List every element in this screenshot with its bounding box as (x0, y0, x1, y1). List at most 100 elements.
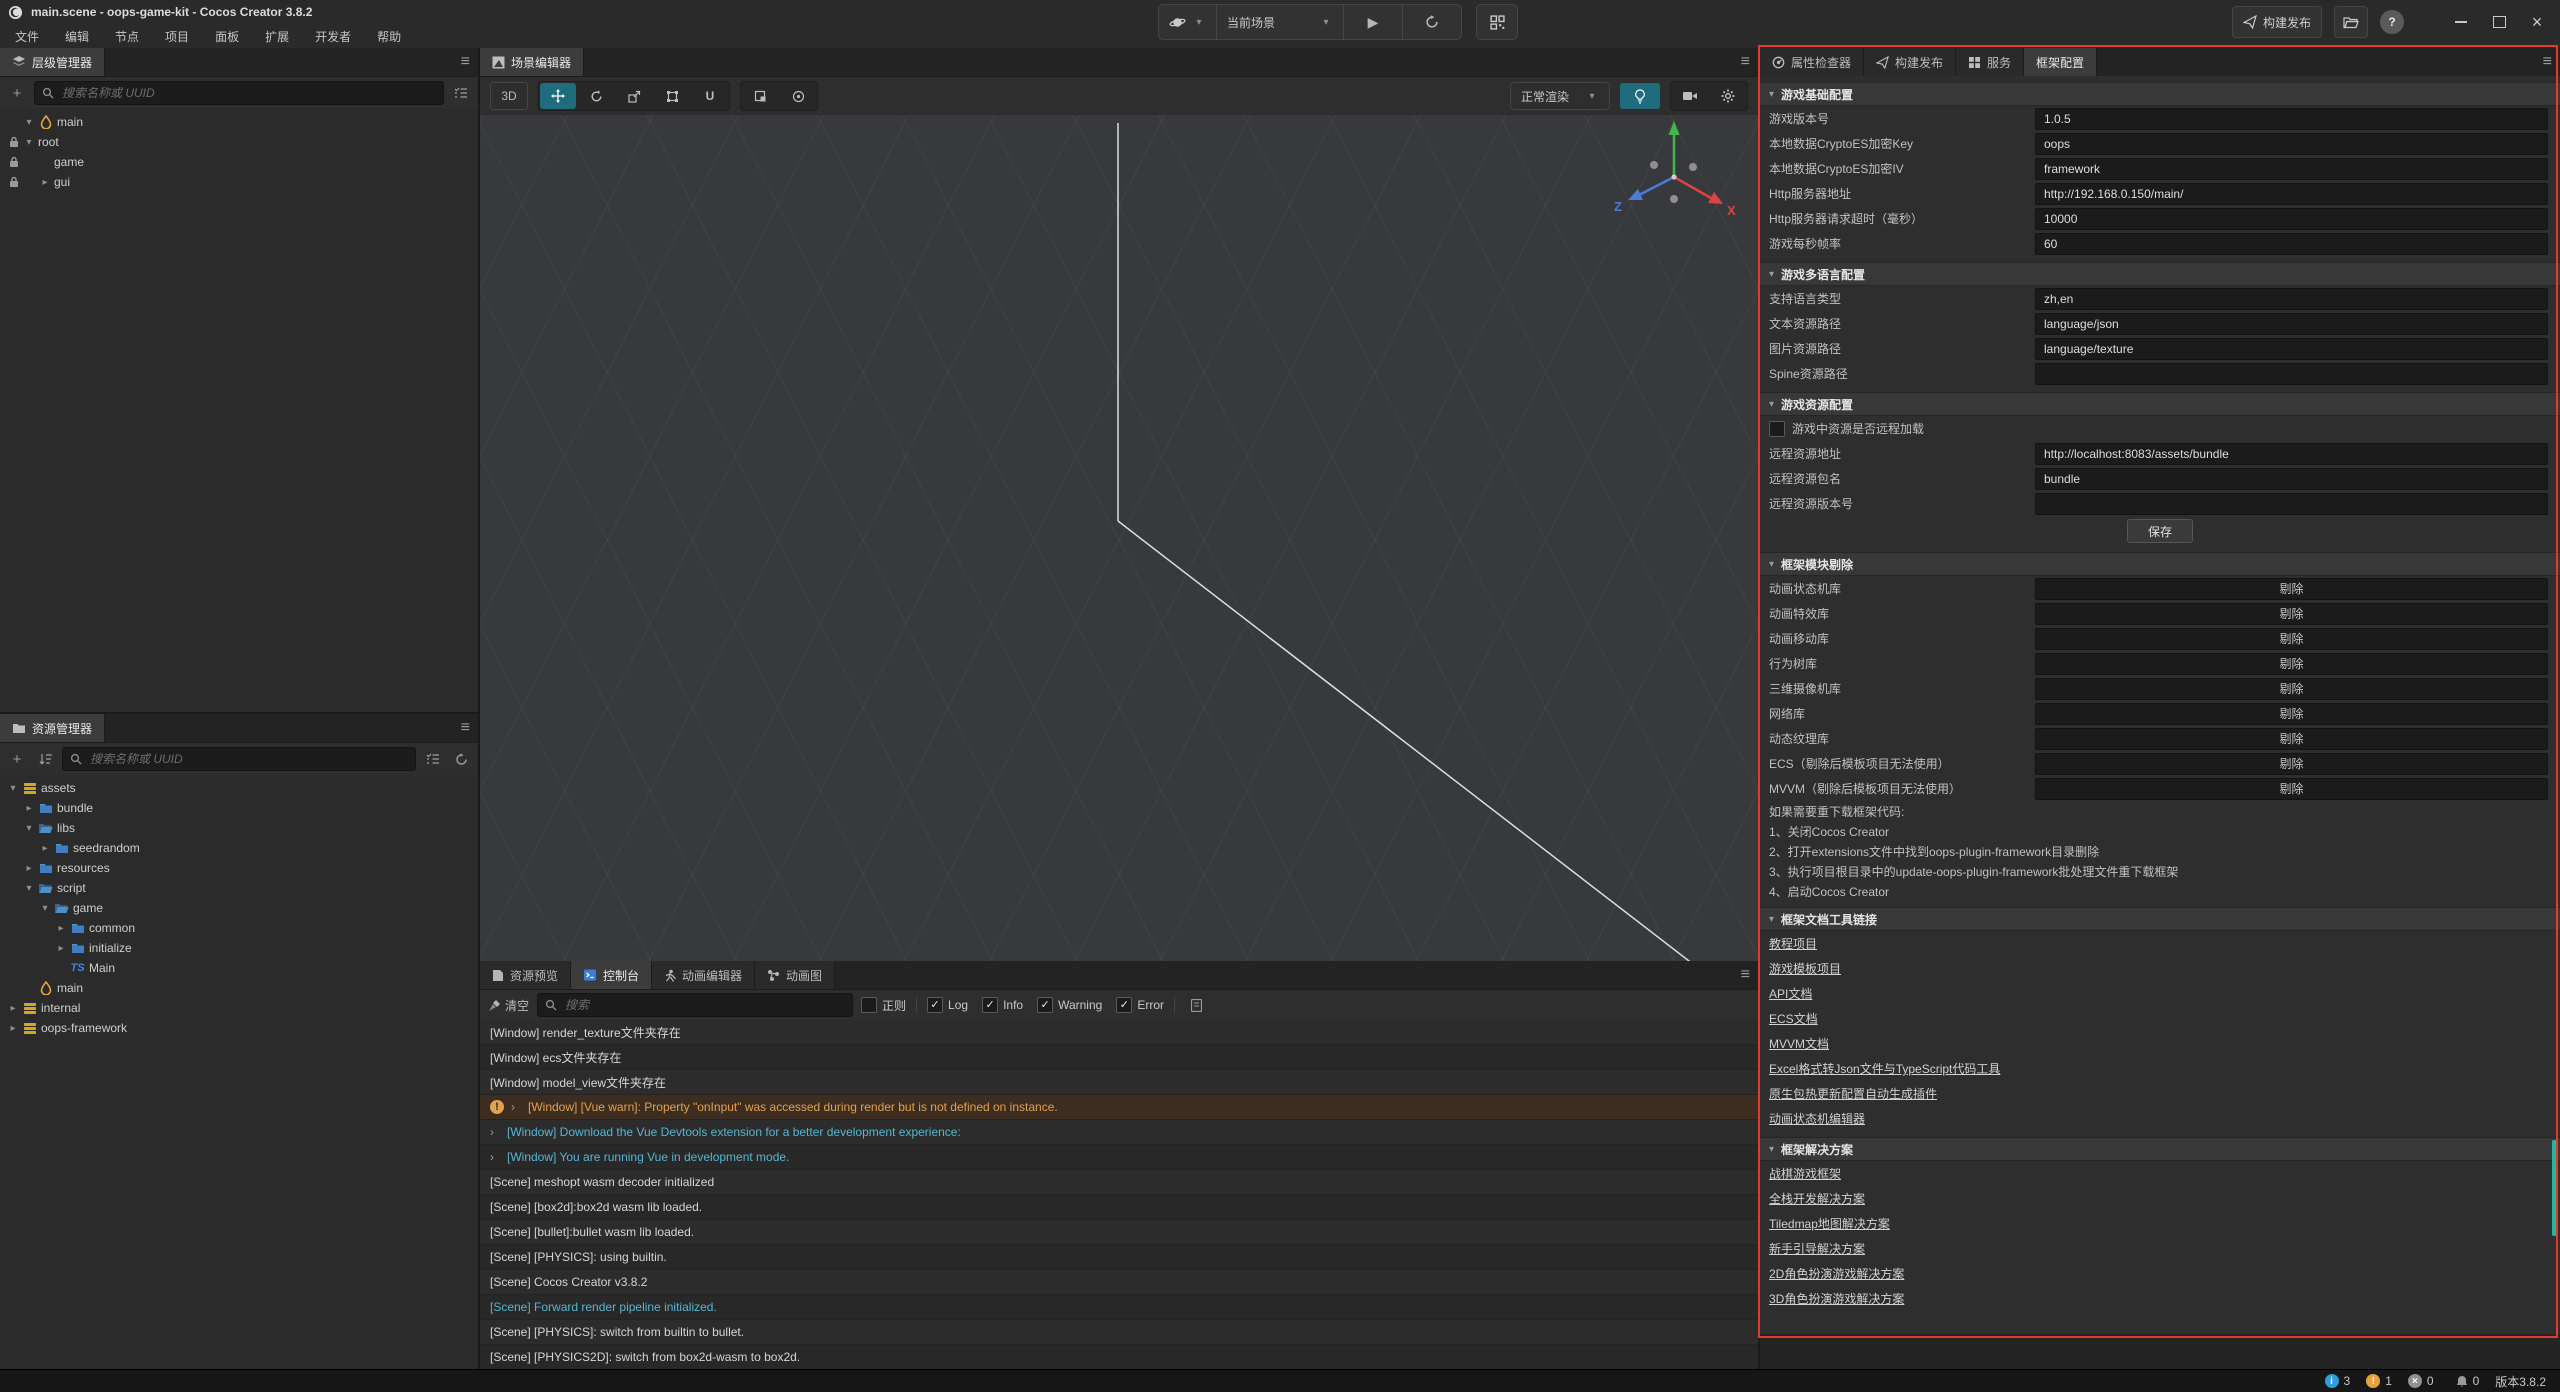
chevron-down-icon[interactable]: ▾ (38, 903, 52, 914)
log-row[interactable]: [Scene] Cocos Creator v3.8.2 (480, 1270, 1758, 1295)
move-tool-button[interactable] (540, 83, 576, 109)
scene-editor-tab[interactable]: 场景编辑器 (480, 48, 584, 76)
chevron-down-icon[interactable]: ▾ (6, 783, 20, 794)
menu-item-7[interactable]: 帮助 (364, 28, 414, 45)
tree-node-main[interactable]: ▾main (0, 112, 478, 132)
chevron-right-icon[interactable]: ▸ (6, 1003, 20, 1014)
console-tab-3[interactable]: 动画图 (755, 961, 835, 989)
close-button[interactable]: × (2524, 9, 2550, 35)
remove-module-button-8[interactable]: 剔除 (2035, 778, 2548, 800)
tree-node-main[interactable]: main (0, 978, 478, 998)
section-header[interactable]: ▾框架文档工具链接 (1760, 907, 2560, 931)
field-input-0[interactable] (2035, 288, 2548, 310)
doc-link-5[interactable]: Excel格式转Json文件与TypeScript代码工具 (1769, 1060, 2000, 1077)
tree-node-bundle[interactable]: ▸bundle (0, 798, 478, 818)
field-input-1[interactable] (2035, 133, 2548, 155)
console-panel-menu-icon[interactable]: ≡ (1741, 961, 1750, 989)
log-row[interactable]: [Window] model_view文件夹存在 (480, 1070, 1758, 1095)
filter-warning-checkbox[interactable]: ✓Warning (1037, 997, 1102, 1013)
scale-tool-button[interactable] (616, 83, 652, 109)
inspector-tab-2[interactable]: 服务 (1956, 48, 2024, 76)
filter-error-checkbox[interactable]: ✓Error (1116, 997, 1164, 1013)
tree-node-initialize[interactable]: ▸initialize (0, 938, 478, 958)
pivot-tool-button[interactable] (780, 83, 816, 109)
tree-node-root[interactable]: ▾root (0, 132, 478, 152)
menu-item-1[interactable]: 编辑 (52, 28, 102, 45)
remove-module-button-0[interactable]: 剔除 (2035, 578, 2548, 600)
tree-node-game[interactable]: ▾game (0, 898, 478, 918)
doc-link-3[interactable]: 新手引导解决方案 (1769, 1240, 1865, 1257)
tree-node-internal[interactable]: ▸internal (0, 998, 478, 1018)
snap-tool-button[interactable] (742, 83, 778, 109)
assets-tab[interactable]: 资源管理器 (0, 714, 105, 742)
render-mode-select[interactable]: 正常渲染 ▾ (1510, 82, 1610, 110)
camera-settings-button[interactable] (1672, 83, 1708, 109)
tree-node-oops-framework[interactable]: ▸oops-framework (0, 1018, 478, 1038)
menu-item-3[interactable]: 项目 (152, 28, 202, 45)
hierarchy-filter-icon[interactable] (450, 82, 472, 104)
chevron-down-icon[interactable]: ▾ (22, 117, 36, 128)
tree-node-gui[interactable]: ▸gui (0, 172, 478, 192)
tree-node-resources[interactable]: ▸resources (0, 858, 478, 878)
error-count-badge[interactable]: × 0 (2408, 1374, 2434, 1388)
field-input-0[interactable] (2035, 108, 2548, 130)
notification-badge[interactable]: 0 (2456, 1374, 2480, 1388)
chevron-right-icon[interactable]: ▸ (38, 843, 52, 854)
chevron-down-icon[interactable]: ▾ (22, 883, 36, 894)
tree-node-Main[interactable]: TSMain (0, 958, 478, 978)
open-project-button[interactable] (2334, 6, 2368, 38)
section-header[interactable]: ▾游戏基础配置 (1760, 82, 2560, 106)
inspector-panel-menu-icon[interactable]: ≡ (2543, 48, 2552, 76)
expand-chevron-icon[interactable]: › (490, 1150, 500, 1164)
remove-module-button-4[interactable]: 剔除 (2035, 678, 2548, 700)
menu-item-2[interactable]: 节点 (102, 28, 152, 45)
sort-assets-icon[interactable] (34, 748, 56, 770)
doc-link-6[interactable]: 原生包热更新配置自动生成插件 (1769, 1085, 1937, 1102)
refresh-assets-icon[interactable] (450, 748, 472, 770)
regex-checkbox[interactable]: 正则 (861, 997, 906, 1014)
log-row[interactable]: [Scene] [PHYSICS]: using builtin. (480, 1245, 1758, 1270)
assets-filter-icon[interactable] (422, 748, 444, 770)
chevron-right-icon[interactable]: ▸ (54, 923, 68, 934)
remove-module-button-2[interactable]: 剔除 (2035, 628, 2548, 650)
expand-chevron-icon[interactable]: › (511, 1100, 521, 1114)
menu-item-6[interactable]: 开发者 (302, 28, 364, 45)
scene-viewport[interactable]: Y X Z (480, 115, 1758, 961)
chevron-down-icon[interactable]: ▾ (22, 823, 36, 834)
tree-node-libs[interactable]: ▾libs (0, 818, 478, 838)
doc-link-2[interactable]: Tiledmap地图解决方案 (1769, 1215, 1890, 1232)
section-header[interactable]: ▾游戏资源配置 (1760, 392, 2560, 416)
menu-item-5[interactable]: 扩展 (252, 28, 302, 45)
console-tab-2[interactable]: 动画编辑器 (652, 961, 755, 989)
log-row[interactable]: [Scene] [bullet]:bullet wasm lib loaded. (480, 1220, 1758, 1245)
field-input-5[interactable] (2035, 233, 2548, 255)
warning-count-badge[interactable]: ! 1 (2366, 1374, 2392, 1388)
tree-node-assets[interactable]: ▾assets (0, 778, 478, 798)
chevron-down-icon[interactable]: ▾ (22, 137, 36, 148)
log-row[interactable]: ›[Window] Download the Vue Devtools exte… (480, 1120, 1758, 1145)
doc-link-0[interactable]: 战棋游戏框架 (1769, 1165, 1841, 1182)
lighting-toggle-button[interactable] (1620, 83, 1660, 109)
scene-panel-menu-icon[interactable]: ≡ (1741, 48, 1750, 76)
field-input-2[interactable] (2035, 158, 2548, 180)
field-input-2[interactable] (2035, 338, 2548, 360)
save-button[interactable]: 保存 (2127, 519, 2193, 543)
assets-search-input[interactable] (88, 751, 408, 767)
doc-link-1[interactable]: 全栈开发解决方案 (1769, 1190, 1865, 1207)
hierarchy-search-input[interactable] (60, 85, 436, 101)
menu-item-0[interactable]: 文件 (2, 28, 52, 45)
filter-log-checkbox[interactable]: ✓Log (927, 997, 968, 1013)
field-input-3[interactable] (2035, 363, 2548, 385)
field-input-4[interactable] (2035, 208, 2548, 230)
remove-module-button-1[interactable]: 剔除 (2035, 603, 2548, 625)
chevron-right-icon[interactable]: ▸ (22, 803, 36, 814)
console-search-input[interactable] (563, 997, 845, 1013)
info-count-badge[interactable]: i 3 (2325, 1374, 2351, 1388)
filter-info-checkbox[interactable]: ✓Info (982, 997, 1023, 1013)
chevron-right-icon[interactable]: ▸ (6, 1023, 20, 1034)
preview-qr-button[interactable] (1476, 4, 1518, 40)
log-row[interactable]: [Scene] [PHYSICS]: switch from builtin t… (480, 1320, 1758, 1345)
chevron-right-icon[interactable]: ▸ (54, 943, 68, 954)
chevron-right-icon[interactable]: ▸ (38, 177, 52, 188)
menu-item-4[interactable]: 面板 (202, 28, 252, 45)
